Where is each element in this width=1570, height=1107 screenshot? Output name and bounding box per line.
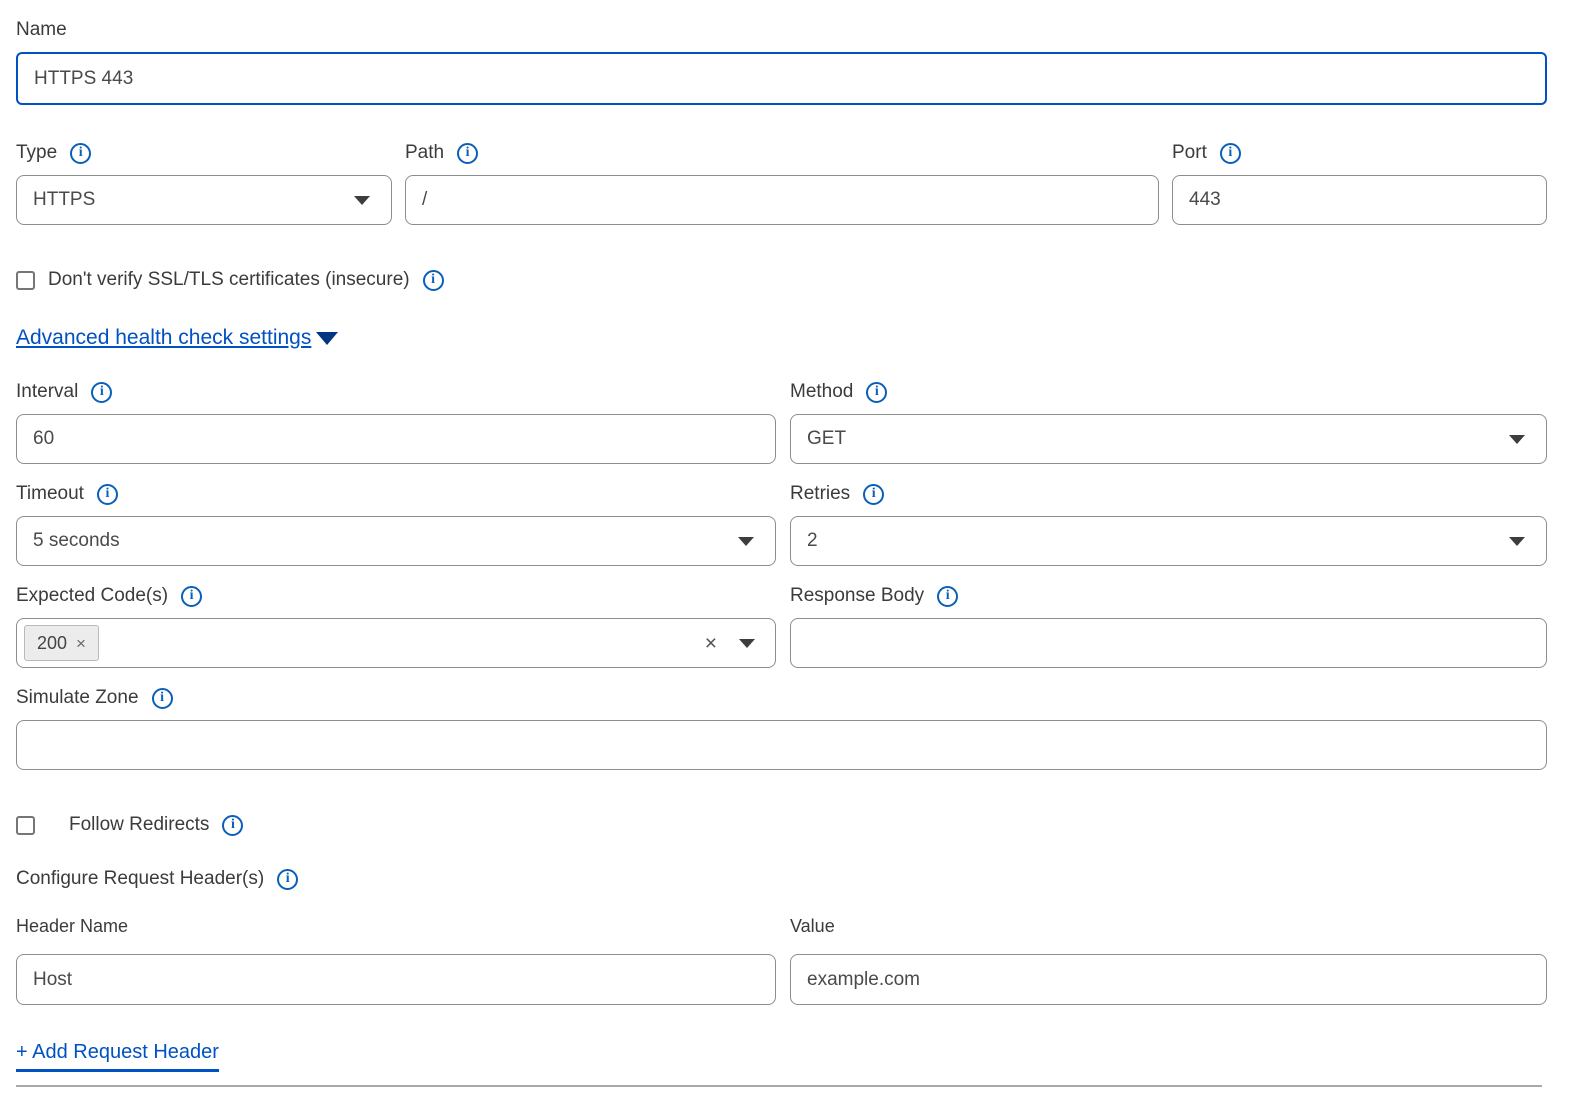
chevron-down-icon (738, 537, 754, 546)
request-headers-info-icon[interactable]: i (277, 869, 298, 890)
chevron-down-icon (354, 196, 370, 205)
request-headers-label: Configure Request Header(s) (16, 868, 264, 890)
retries-select[interactable]: 2 (790, 516, 1547, 566)
header-name-input[interactable] (16, 954, 776, 1005)
method-field: Method i GET (790, 380, 1547, 464)
port-label: Port (1172, 142, 1207, 164)
response-body-label: Response Body (790, 585, 924, 607)
simulate-zone-field: Simulate Zone i (16, 686, 1547, 770)
simulate-zone-label: Simulate Zone (16, 687, 139, 709)
chevron-down-icon (1509, 435, 1525, 444)
method-select[interactable]: GET (790, 414, 1547, 464)
advanced-settings-link[interactable]: Advanced health check settings (16, 326, 311, 350)
ssl-verify-checkbox[interactable] (16, 271, 35, 290)
method-label: Method (790, 381, 853, 403)
simulate-zone-input[interactable] (16, 720, 1547, 770)
follow-redirects-label: Follow Redirects (69, 814, 209, 836)
timeout-select[interactable]: 5 seconds (16, 516, 776, 566)
timeout-label: Timeout (16, 483, 84, 505)
expected-code-tag: 200 × (24, 625, 99, 661)
add-request-header-link[interactable]: + Add Request Header (16, 1041, 219, 1072)
chevron-down-icon (739, 639, 755, 648)
interval-input[interactable] (16, 414, 776, 464)
expected-codes-field: Expected Code(s) i 200 × × (16, 584, 776, 668)
port-info-icon[interactable]: i (1220, 143, 1241, 164)
retries-info-icon[interactable]: i (863, 484, 884, 505)
timeout-select-value: 5 seconds (33, 530, 120, 552)
path-field: Path i (405, 141, 1159, 225)
interval-info-icon[interactable]: i (91, 382, 112, 403)
caret-down-icon (316, 332, 338, 345)
method-select-value: GET (807, 428, 846, 450)
path-label: Path (405, 142, 444, 164)
header-value-column-label: Value (790, 916, 1547, 938)
expected-codes-label: Expected Code(s) (16, 585, 168, 607)
simulate-zone-info-icon[interactable]: i (152, 688, 173, 709)
response-body-field: Response Body i (790, 584, 1547, 668)
name-label: Name (16, 19, 67, 41)
type-label: Type (16, 142, 57, 164)
response-body-input[interactable] (790, 618, 1547, 668)
chevron-down-icon (1509, 537, 1525, 546)
retries-label: Retries (790, 483, 850, 505)
health-check-form: Name Type i HTTPS Path i Port i (0, 0, 1570, 1087)
type-info-icon[interactable]: i (70, 143, 91, 164)
follow-redirects-checkbox[interactable] (16, 816, 35, 835)
timeout-field: Timeout i 5 seconds (16, 482, 776, 566)
type-select[interactable]: HTTPS (16, 175, 392, 225)
path-input[interactable] (405, 175, 1159, 225)
type-select-value: HTTPS (33, 189, 95, 211)
ssl-verify-info-icon[interactable]: i (423, 270, 444, 291)
header-value-input[interactable] (790, 954, 1547, 1005)
interval-field: Interval i (16, 380, 776, 464)
expected-code-tag-value: 200 (37, 633, 67, 654)
header-name-column: Header Name (16, 916, 776, 1005)
retries-select-value: 2 (807, 530, 818, 552)
clear-all-icon[interactable]: × (705, 633, 717, 654)
ssl-verify-label: Don't verify SSL/TLS certificates (insec… (48, 269, 410, 291)
remove-tag-icon[interactable]: × (76, 635, 86, 652)
timeout-info-icon[interactable]: i (97, 484, 118, 505)
interval-label: Interval (16, 381, 78, 403)
section-divider (16, 1085, 1542, 1087)
expected-codes-multiselect[interactable]: 200 × × (16, 618, 776, 668)
follow-redirects-info-icon[interactable]: i (222, 815, 243, 836)
port-field: Port i (1172, 141, 1547, 225)
type-field: Type i HTTPS (16, 141, 392, 225)
port-input[interactable] (1172, 175, 1547, 225)
expected-codes-info-icon[interactable]: i (181, 586, 202, 607)
response-body-info-icon[interactable]: i (937, 586, 958, 607)
method-info-icon[interactable]: i (866, 382, 887, 403)
path-info-icon[interactable]: i (457, 143, 478, 164)
header-name-column-label: Header Name (16, 916, 776, 938)
name-input[interactable] (16, 52, 1547, 105)
header-value-column: Value (790, 916, 1547, 1005)
retries-field: Retries i 2 (790, 482, 1547, 566)
